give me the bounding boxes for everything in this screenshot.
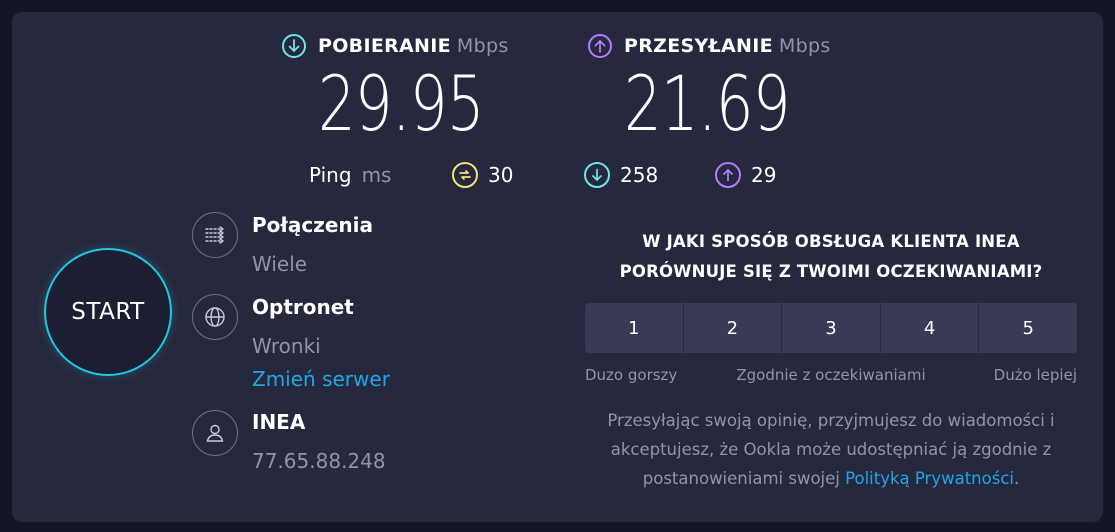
ping-download-value: 258 bbox=[620, 163, 659, 187]
globe-icon bbox=[192, 294, 238, 340]
user-icon bbox=[192, 410, 238, 456]
server-location: Wronki bbox=[252, 334, 321, 358]
download-speed: 29.95 bbox=[318, 59, 485, 148]
rating-option-4[interactable]: 4 bbox=[880, 303, 980, 353]
connections-icon bbox=[192, 212, 238, 258]
connections-title: Połączenia bbox=[252, 213, 373, 237]
ping-idle: 30 bbox=[452, 162, 513, 188]
download-label-row: POBIERANIE Mbps bbox=[282, 34, 509, 58]
survey-question: W JAKI SPOSÓB OBSŁUGA KLIENTA INEA PORÓW… bbox=[585, 227, 1077, 287]
rating-option-1[interactable]: 1 bbox=[585, 303, 684, 353]
provider-name: INEA bbox=[252, 410, 306, 434]
arrow-up-circle-icon bbox=[588, 34, 612, 58]
rating-label-high: Dużo lepiej bbox=[993, 366, 1077, 384]
rating-option-5[interactable]: 5 bbox=[979, 303, 1077, 353]
change-server-link[interactable]: Zmień serwer bbox=[252, 367, 390, 391]
rating-option-2[interactable]: 2 bbox=[683, 303, 783, 353]
arrow-down-circle-icon bbox=[282, 34, 306, 58]
ping-label-row: Ping ms bbox=[309, 163, 391, 187]
survey-question-line2: PORÓWNUJE SIĘ Z TWOIMI OCZEKIWANIAMI? bbox=[619, 262, 1043, 281]
upload-label-row: PRZESYŁANIE Mbps bbox=[588, 34, 831, 58]
privacy-disclaimer: Przesyłając swoją opinię, przyjmujesz do… bbox=[585, 406, 1077, 493]
ping-unit: ms bbox=[361, 163, 392, 187]
ping-upload: 29 bbox=[715, 162, 776, 188]
arrow-up-circle-icon bbox=[715, 162, 741, 188]
survey-question-line1: W JAKI SPOSÓB OBSŁUGA KLIENTA INEA bbox=[642, 232, 1020, 251]
provider-ip: 77.65.88.248 bbox=[252, 449, 386, 473]
rating-option-3[interactable]: 3 bbox=[782, 303, 881, 353]
ping-idle-value: 30 bbox=[488, 163, 514, 187]
download-label: POBIERANIE bbox=[318, 35, 451, 57]
start-button[interactable]: START bbox=[44, 248, 172, 376]
disclaimer-end: . bbox=[1013, 469, 1020, 488]
ping-download: 258 bbox=[584, 162, 658, 188]
upload-label: PRZESYŁANIE bbox=[624, 35, 773, 57]
ping-label: Ping bbox=[309, 163, 352, 187]
download-unit: Mbps bbox=[456, 35, 509, 57]
rating-scale: 1 2 3 4 5 bbox=[585, 303, 1077, 353]
upload-speed: 21.69 bbox=[624, 59, 791, 148]
connections-value: Wiele bbox=[252, 252, 308, 276]
idle-latency-icon bbox=[452, 162, 478, 188]
privacy-policy-link[interactable]: Polityką Prywatności bbox=[845, 469, 1014, 488]
arrow-down-circle-icon bbox=[584, 162, 610, 188]
ping-upload-value: 29 bbox=[751, 163, 777, 187]
upload-unit: Mbps bbox=[778, 35, 831, 57]
server-name: Optronet bbox=[252, 295, 354, 319]
